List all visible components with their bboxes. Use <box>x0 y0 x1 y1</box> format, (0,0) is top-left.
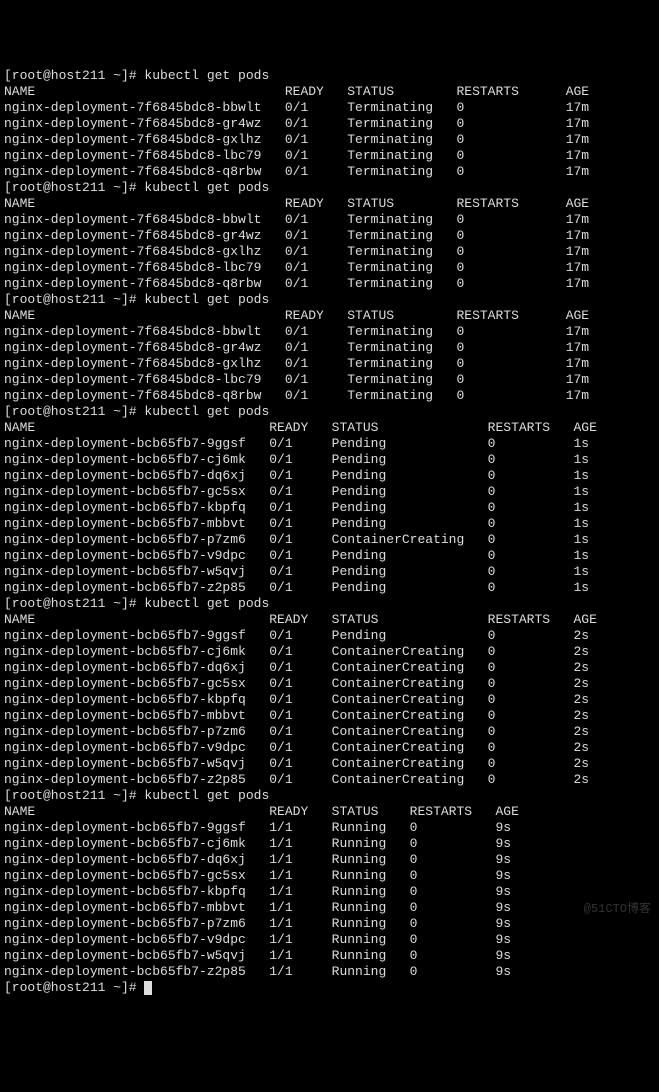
table-row: nginx-deployment-bcb65fb7-v9dpc 0/1 Cont… <box>4 740 589 755</box>
table-row: nginx-deployment-7f6845bdc8-gr4wz 0/1 Te… <box>4 116 589 131</box>
table-row: nginx-deployment-7f6845bdc8-q8rbw 0/1 Te… <box>4 388 589 403</box>
table-row: nginx-deployment-bcb65fb7-kbpfq 0/1 Pend… <box>4 500 589 515</box>
table-row: nginx-deployment-bcb65fb7-9ggsf 0/1 Pend… <box>4 436 589 451</box>
table-row: nginx-deployment-7f6845bdc8-gxlhz 0/1 Te… <box>4 132 589 147</box>
table-row: nginx-deployment-7f6845bdc8-q8rbw 0/1 Te… <box>4 276 589 291</box>
shell-prompt: [root@host211 ~]# kubectl get pods <box>4 68 269 83</box>
shell-prompt: [root@host211 ~]# kubectl get pods <box>4 404 269 419</box>
table-row: nginx-deployment-bcb65fb7-kbpfq 0/1 Cont… <box>4 692 589 707</box>
table-row: nginx-deployment-bcb65fb7-z2p85 1/1 Runn… <box>4 964 511 979</box>
table-row: nginx-deployment-bcb65fb7-9ggsf 1/1 Runn… <box>4 820 511 835</box>
shell-prompt[interactable]: [root@host211 ~]# <box>4 980 152 995</box>
table-row: nginx-deployment-bcb65fb7-gc5sx 0/1 Cont… <box>4 676 589 691</box>
table-row: nginx-deployment-bcb65fb7-dq6xj 1/1 Runn… <box>4 852 511 867</box>
table-row: nginx-deployment-bcb65fb7-w5qvj 0/1 Cont… <box>4 756 589 771</box>
table-row: nginx-deployment-bcb65fb7-dq6xj 0/1 Pend… <box>4 468 589 483</box>
table-header: NAME READY STATUS RESTARTS AGE <box>4 420 597 435</box>
table-row: nginx-deployment-bcb65fb7-cj6mk 0/1 Cont… <box>4 644 589 659</box>
cursor <box>144 981 152 995</box>
table-row: nginx-deployment-7f6845bdc8-bbwlt 0/1 Te… <box>4 212 589 227</box>
table-row: nginx-deployment-bcb65fb7-w5qvj 0/1 Pend… <box>4 564 589 579</box>
table-header: NAME READY STATUS RESTARTS AGE <box>4 84 589 99</box>
table-row: nginx-deployment-7f6845bdc8-lbc79 0/1 Te… <box>4 372 589 387</box>
table-row: nginx-deployment-bcb65fb7-v9dpc 1/1 Runn… <box>4 932 511 947</box>
table-row: nginx-deployment-bcb65fb7-gc5sx 1/1 Runn… <box>4 868 511 883</box>
table-row: nginx-deployment-bcb65fb7-z2p85 0/1 Pend… <box>4 580 589 595</box>
table-row: nginx-deployment-7f6845bdc8-gr4wz 0/1 Te… <box>4 340 589 355</box>
terminal-output[interactable]: [root@host211 ~]# kubectl get pods NAME … <box>4 68 655 996</box>
table-row: nginx-deployment-7f6845bdc8-bbwlt 0/1 Te… <box>4 324 589 339</box>
shell-prompt: [root@host211 ~]# kubectl get pods <box>4 596 269 611</box>
shell-prompt: [root@host211 ~]# kubectl get pods <box>4 180 269 195</box>
table-row: nginx-deployment-7f6845bdc8-lbc79 0/1 Te… <box>4 148 589 163</box>
table-row: nginx-deployment-7f6845bdc8-q8rbw 0/1 Te… <box>4 164 589 179</box>
table-row: nginx-deployment-bcb65fb7-w5qvj 1/1 Runn… <box>4 948 511 963</box>
watermark-text: @51CTO博客 <box>584 901 651 917</box>
table-row: nginx-deployment-bcb65fb7-cj6mk 1/1 Runn… <box>4 836 511 851</box>
table-row: nginx-deployment-bcb65fb7-v9dpc 0/1 Pend… <box>4 548 589 563</box>
shell-prompt: [root@host211 ~]# kubectl get pods <box>4 788 269 803</box>
table-row: nginx-deployment-bcb65fb7-mbbvt 1/1 Runn… <box>4 900 511 915</box>
table-row: nginx-deployment-7f6845bdc8-gxlhz 0/1 Te… <box>4 356 589 371</box>
table-row: nginx-deployment-bcb65fb7-mbbvt 0/1 Pend… <box>4 516 589 531</box>
table-row: nginx-deployment-7f6845bdc8-gxlhz 0/1 Te… <box>4 244 589 259</box>
table-row: nginx-deployment-bcb65fb7-mbbvt 0/1 Cont… <box>4 708 589 723</box>
table-row: nginx-deployment-7f6845bdc8-bbwlt 0/1 Te… <box>4 100 589 115</box>
table-row: nginx-deployment-bcb65fb7-gc5sx 0/1 Pend… <box>4 484 589 499</box>
table-row: nginx-deployment-bcb65fb7-p7zm6 0/1 Cont… <box>4 724 589 739</box>
table-row: nginx-deployment-7f6845bdc8-gr4wz 0/1 Te… <box>4 228 589 243</box>
table-row: nginx-deployment-bcb65fb7-dq6xj 0/1 Cont… <box>4 660 589 675</box>
table-row: nginx-deployment-bcb65fb7-p7zm6 0/1 Cont… <box>4 532 589 547</box>
table-header: NAME READY STATUS RESTARTS AGE <box>4 612 597 627</box>
table-header: NAME READY STATUS RESTARTS AGE <box>4 804 519 819</box>
table-row: nginx-deployment-bcb65fb7-kbpfq 1/1 Runn… <box>4 884 511 899</box>
table-row: nginx-deployment-7f6845bdc8-lbc79 0/1 Te… <box>4 260 589 275</box>
shell-prompt: [root@host211 ~]# kubectl get pods <box>4 292 269 307</box>
table-row: nginx-deployment-bcb65fb7-p7zm6 1/1 Runn… <box>4 916 511 931</box>
table-header: NAME READY STATUS RESTARTS AGE <box>4 196 589 211</box>
table-row: nginx-deployment-bcb65fb7-cj6mk 0/1 Pend… <box>4 452 589 467</box>
table-row: nginx-deployment-bcb65fb7-9ggsf 0/1 Pend… <box>4 628 589 643</box>
table-header: NAME READY STATUS RESTARTS AGE <box>4 308 589 323</box>
table-row: nginx-deployment-bcb65fb7-z2p85 0/1 Cont… <box>4 772 589 787</box>
